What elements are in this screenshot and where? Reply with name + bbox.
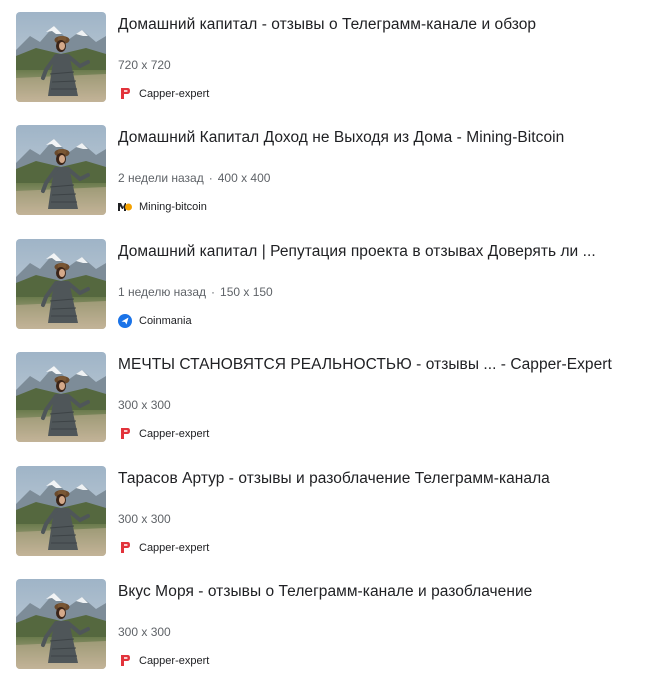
result-thumbnail[interactable] — [16, 125, 106, 215]
result-item[interactable]: МЕЧТЫ СТАНОВЯТСЯ РЕАЛЬНОСТЬЮ - отзывы ..… — [0, 346, 670, 446]
result-age: 2 недели назад — [118, 171, 204, 185]
result-meta: 720 x 720 — [118, 58, 171, 72]
capper-expert-icon — [118, 427, 132, 441]
result-image-size: 400 x 400 — [217, 171, 271, 185]
result-meta: 300 x 300 — [118, 512, 171, 526]
result-item[interactable]: Домашний Капитал Доход не Выходя из Дома… — [0, 119, 670, 219]
result-image-size: 720 x 720 — [118, 58, 171, 72]
result-source[interactable]: Capper-expert — [118, 540, 209, 556]
result-source[interactable]: Mining-bitcoin — [118, 199, 207, 215]
result-title[interactable]: Домашний капитал - отзывы о Телеграмм-ка… — [118, 16, 536, 34]
result-meta: 300 x 300 — [118, 398, 171, 412]
result-image-size: 300 x 300 — [118, 625, 171, 639]
result-meta: 1 неделю назад · 150 x 150 — [118, 285, 273, 299]
result-source-name: Mining-bitcoin — [139, 201, 207, 213]
result-title[interactable]: Вкус Моря - отзывы о Телеграмм-канале и … — [118, 583, 532, 601]
capper-expert-icon — [118, 654, 132, 668]
result-source[interactable]: Capper-expert — [118, 653, 209, 669]
result-meta: 2 недели назад · 400 x 400 — [118, 171, 270, 185]
result-title[interactable]: МЕЧТЫ СТАНОВЯТСЯ РЕАЛЬНОСТЬЮ - отзывы ..… — [118, 356, 612, 374]
result-source-name: Capper-expert — [139, 428, 210, 440]
result-source-name: Capper-expert — [139, 88, 210, 100]
result-thumbnail[interactable] — [16, 12, 106, 102]
capper-expert-icon — [118, 87, 132, 101]
result-thumbnail[interactable] — [16, 466, 106, 556]
result-source[interactable]: Coinmania — [118, 313, 192, 329]
result-title[interactable]: Домашний капитал | Репутация проекта в о… — [118, 243, 596, 261]
meta-separator: · — [211, 285, 216, 299]
result-item[interactable]: Домашний капитал | Репутация проекта в о… — [0, 233, 670, 333]
capper-expert-icon — [118, 541, 132, 555]
result-title[interactable]: Тарасов Артур - отзывы и разоблачение Те… — [118, 470, 550, 488]
result-item[interactable]: Вкус Моря - отзывы о Телеграмм-канале и … — [0, 573, 670, 673]
mining-bitcoin-icon — [118, 200, 132, 214]
result-source-name: Capper-expert — [139, 542, 210, 554]
result-source-name: Coinmania — [139, 315, 192, 327]
result-source[interactable]: Capper-expert — [118, 86, 209, 102]
result-item[interactable]: Домашний капитал - отзывы о Телеграмм-ка… — [0, 6, 670, 106]
result-item[interactable]: Тарасов Артур - отзывы и разоблачение Те… — [0, 460, 670, 560]
result-source[interactable]: Capper-expert — [118, 426, 209, 442]
result-source-name: Capper-expert — [139, 655, 210, 667]
result-thumbnail[interactable] — [16, 352, 106, 442]
result-age: 1 неделю назад — [118, 285, 207, 299]
result-image-size: 300 x 300 — [118, 512, 171, 526]
coinmania-icon — [118, 314, 132, 328]
result-title[interactable]: Домашний Капитал Доход не Выходя из Дома… — [118, 129, 564, 147]
result-image-size: 150 x 150 — [220, 285, 273, 299]
result-image-size: 300 x 300 — [118, 398, 171, 412]
result-thumbnail[interactable] — [16, 579, 106, 669]
meta-separator: · — [208, 171, 213, 185]
result-meta: 300 x 300 — [118, 625, 171, 639]
result-thumbnail[interactable] — [16, 239, 106, 329]
